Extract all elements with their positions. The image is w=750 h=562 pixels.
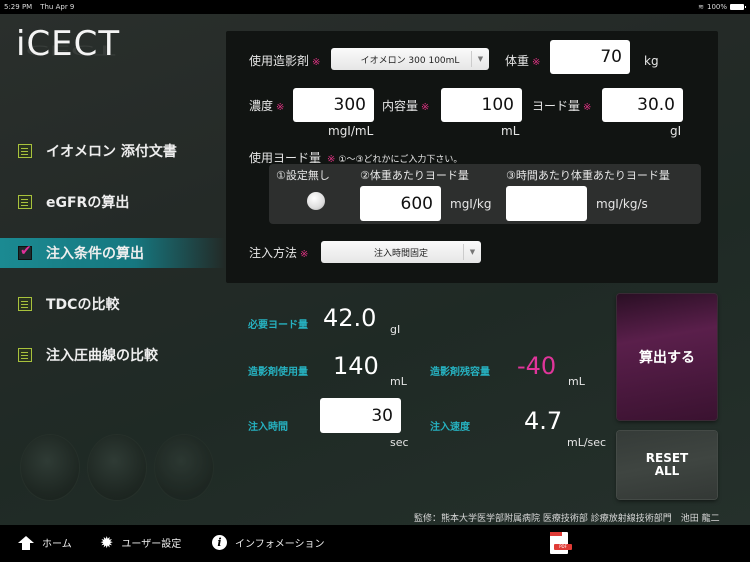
injection-time-unit: sec [390,436,409,449]
melon-illustration [18,425,218,515]
concentration-unit: mgI/mL [328,124,374,138]
option-per-weight-label: ②体重あたりヨード量 [360,169,469,182]
wifi-icon: ≋ [698,3,704,11]
tab-information-label: インフォメーション [235,539,325,550]
melon-image [21,435,79,500]
calculator-icon [18,195,32,209]
document-icon [18,144,32,158]
reset-all-button[interactable]: RESET ALL [617,431,717,499]
supervision-credit: 監修：熊本大学医学部附属病院 医療技術部 診療放射線技術部門 池田 龍二 [414,514,720,524]
reset-label-line1: RESET [645,451,689,465]
status-bar: 5:29 PM Thu Apr 9 ≋ 100% [0,0,750,14]
injection-rate-unit: mL/sec [567,436,607,449]
status-date: Thu Apr 9 [40,3,75,11]
injection-method-select[interactable]: 注入時間固定 ▼ [321,241,481,263]
injection-rate-value: 4.7 [524,407,563,435]
iodine-usage-options: ①設定無し ②体重あたりヨード量 600 mgI/kg ③時間あたり体重あたりヨ… [269,164,701,224]
sidebar-item-package-insert[interactable]: イオメロン 添付文書 [0,136,225,166]
contrast-agent-label: 使用造影剤 ※ [249,54,321,68]
iodine-per-time-weight-input[interactable] [506,186,587,221]
battery-icon [730,4,746,10]
sidebar-item-label: 注入圧曲線の比較 [46,348,158,364]
tab-information[interactable]: i インフォメーション [212,535,325,550]
sidebar-item-label: イオメロン 添付文書 [46,144,177,160]
agent-used-unit: mL [390,375,407,388]
injection-method-label: 注入方法 ※ [249,246,309,260]
chevron-down-icon: ▼ [471,51,489,67]
required-iodine-value: 42.0 [323,304,377,332]
contrast-agent-select[interactable]: イオメロン 300 100mL ▼ [331,48,489,70]
iodine-per-weight-unit: mgI/kg [450,197,492,211]
chart-icon [18,297,32,311]
tab-user-settings[interactable]: ✹ ユーザー設定 [100,532,182,552]
checkbox-checked-icon: ✔ [18,243,32,260]
iodine-per-weight-input[interactable]: 600 [360,186,441,221]
tab-home-label: ホーム [42,539,72,550]
status-time: 5:29 PM [4,3,33,11]
gear-icon: ✹ [100,532,114,552]
option-per-time-weight-label: ③時間あたり体重あたりヨード量 [506,169,670,182]
iodine-amount-input[interactable]: 30.0 [602,88,683,122]
pdf-icon[interactable]: PDF [550,532,572,554]
bottom-tab-bar: ホーム ✹ ユーザー設定 i インフォメーション [0,525,750,562]
tab-user-settings-label: ユーザー設定 [121,539,182,550]
injection-time-label: 注入時間 [248,422,288,433]
agent-used-value: 140 [333,352,379,380]
chart-icon [18,348,32,362]
sidebar-item-pressure-curve-compare[interactable]: 注入圧曲線の比較 [0,340,225,370]
iodine-per-time-weight-unit: mgI/kg/s [596,197,648,211]
weight-label: 体重 ※ [505,54,541,68]
concentration-input[interactable]: 300 [293,88,374,122]
melon-image [88,435,146,500]
required-iodine-label: 必要ヨード量 [248,320,308,331]
volume-input[interactable]: 100 [441,88,522,122]
iodine-amount-unit: gI [670,124,682,138]
sidebar-item-label: eGFRの算出 [46,195,130,211]
reset-label-line2: ALL [654,464,680,478]
injection-time-input[interactable]: 30 [320,398,401,433]
agent-remaining-unit: mL [568,375,585,388]
sidebar-item-tdc-compare[interactable]: TDCの比較 [0,289,225,319]
agent-remaining-label: 造影剤残容量 [430,367,490,378]
injection-method-value: 注入時間固定 [373,248,428,259]
injection-rate-label: 注入速度 [430,422,470,433]
battery-percent: 100% [706,3,727,11]
app-logo-reflection: iCECT [16,42,116,58]
weight-input[interactable]: 70 [550,40,630,74]
volume-unit: mL [501,124,520,138]
sidebar-item-label: TDCの比較 [46,297,120,313]
volume-label: 内容量 ※ [382,99,430,113]
home-icon [18,535,34,550]
iodine-amount-label: ヨード量 ※ [532,99,592,113]
option-none-label: ①設定無し [276,169,330,182]
input-panel: 使用造影剤 ※ イオメロン 300 100mL ▼ 体重 ※ 70 kg 濃度 ※ 3… [226,31,718,283]
agent-remaining-value: -40 [517,352,557,380]
calculate-button[interactable]: 算出する [617,294,717,420]
agent-used-label: 造影剤使用量 [248,367,308,378]
info-icon: i [212,535,227,550]
contrast-agent-value: イオメロン 300 100mL [360,55,460,66]
sidebar-item-injection-conditions[interactable]: ✔ 注入条件の算出 [0,238,225,268]
sidebar-item-egfr[interactable]: eGFRの算出 [0,187,225,217]
concentration-label: 濃度 ※ [249,99,285,113]
option-none-radio[interactable] [307,192,325,210]
melon-image [155,435,213,500]
tab-home[interactable]: ホーム [18,535,72,550]
required-iodine-unit: gI [390,323,401,336]
weight-unit: kg [644,54,659,68]
chevron-down-icon: ▼ [463,244,481,260]
sidebar-item-label: 注入条件の算出 [46,246,144,262]
